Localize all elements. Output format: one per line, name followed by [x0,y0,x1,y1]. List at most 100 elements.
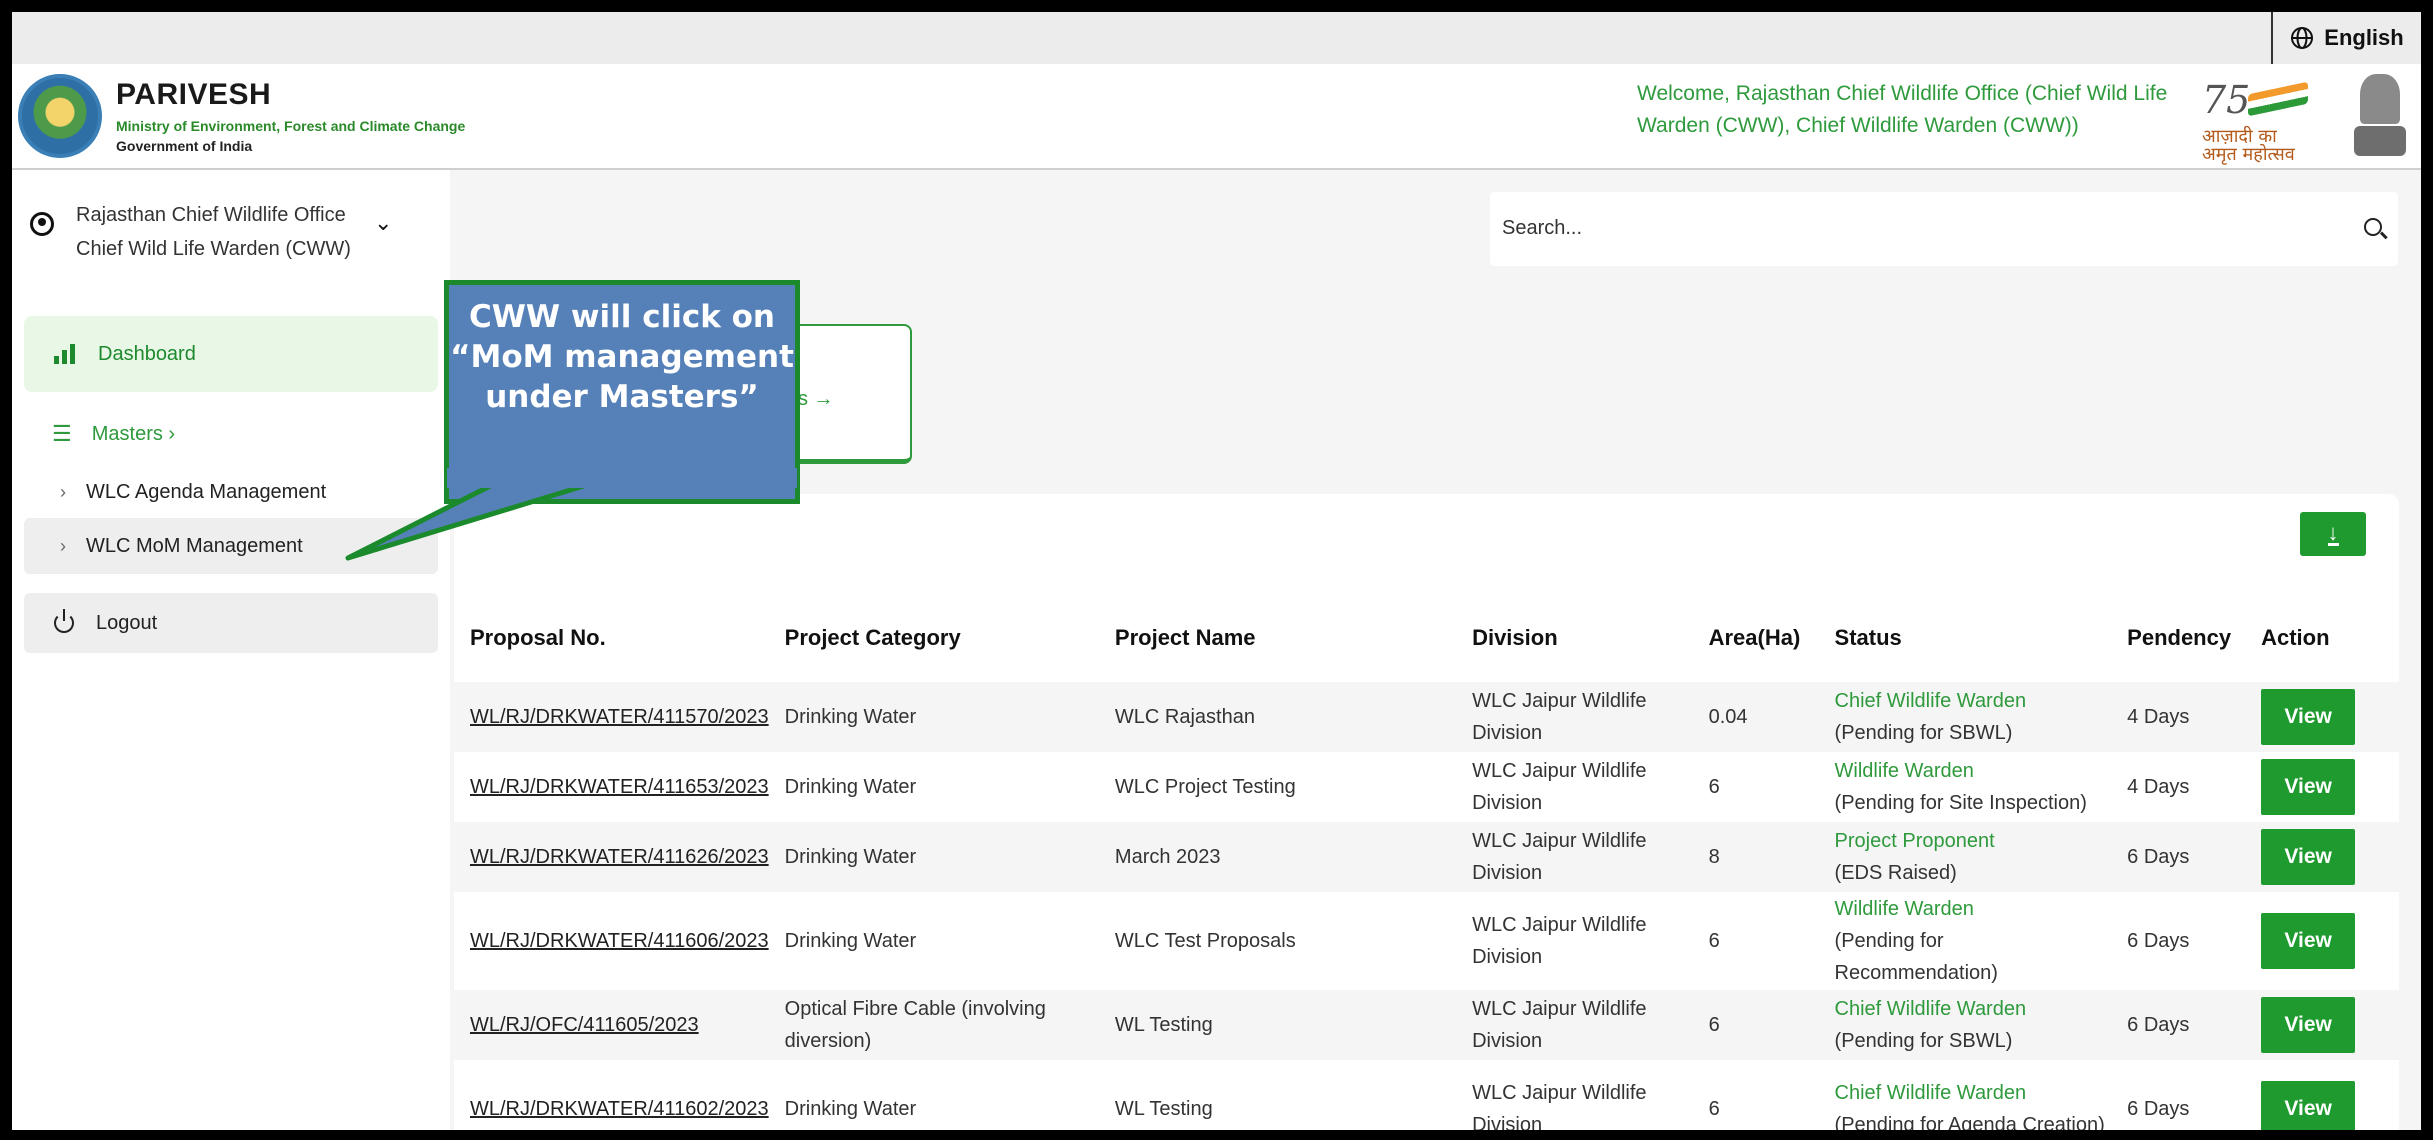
action-cell: View [2245,822,2399,892]
status-role: Chief Wildlife Warden [1834,690,2027,712]
proposal-number-link[interactable]: WL/RJ/DRKWATER/411570/2023 [470,706,769,728]
view-button[interactable]: View [2261,759,2356,815]
instruction-callout: CWW will click on “MoM management under … [444,280,800,504]
status-cell: Chief Wildlife Warden (Pending for SBWL) [1819,990,2112,1060]
division: WLC Jaipur Wildlife Division [1472,998,1647,1052]
status-note: (Pending for SBWL) [1834,1030,2013,1052]
status-role: Chief Wildlife Warden [1834,998,2027,1020]
area: 6 [1708,930,1720,952]
table-row: WL/RJ/DRKWATER/411626/2023 Drinking Water… [454,822,2399,892]
sidebar-item-label: WLC Agenda Management [86,480,327,503]
proposal-number-link[interactable]: WL/RJ/OFC/411605/2023 [470,1014,699,1036]
card-link[interactable]: s → [798,388,834,411]
welcome-message: Welcome, Rajasthan Chief Wildlife Office… [1637,82,2168,137]
table-row: WL/RJ/DRKWATER/411602/2023 Drinking Water… [454,1060,2399,1130]
parivesh-logo[interactable] [18,74,102,158]
project-category: Optical Fibre Cable (involving diversion… [784,998,1046,1052]
table-row: WL/RJ/DRKWATER/411653/2023 Drinking Water… [454,752,2399,822]
language-label: English [2324,25,2404,50]
proposal-number-link[interactable]: WL/RJ/DRKWATER/411626/2023 [470,846,769,868]
column-header: Action [2261,625,2330,650]
national-emblem-icon [2352,74,2408,160]
project-name: WLC Rajasthan [1114,706,1255,728]
division: WLC Jaipur Wildlife Division [1472,760,1647,814]
status-cell: Wildlife Warden (Pending for Site Inspect… [1819,752,2112,822]
brand-block: PARIVESH Ministry of Environment, Forest… [116,78,465,154]
action-cell: View [2245,1060,2399,1130]
area: 8 [1708,846,1720,868]
pendency: 6 Days [2127,930,2190,952]
chevron-down-icon[interactable]: ⌄ [374,210,392,236]
search-icon[interactable] [2364,218,2382,236]
project-category: Drinking Water [784,776,917,798]
search-box [1490,192,2398,266]
status-role: Wildlife Warden [1834,760,1974,782]
table-row: WL/RJ/DRKWATER/411606/2023 Drinking Water… [454,892,2399,990]
view-button[interactable]: View [2261,913,2356,969]
area: 0.04 [1708,706,1748,728]
status-role: Wildlife Warden [1834,898,1974,920]
app-frame: English PARIVESH Ministry of Environment… [12,12,2421,1130]
status-role: Project Proponent [1834,830,1995,852]
status-cell: Chief Wildlife Warden (Pending for SBWL) [1819,682,2112,752]
sidebar-item-masters[interactable]: ☰ Masters › [24,408,438,460]
download-button[interactable]: ↓ [2300,512,2366,556]
proposal-number-link[interactable]: WL/RJ/DRKWATER/411606/2023 [470,930,769,952]
top-strip: English [12,12,2421,64]
status-note: (EDS Raised) [1834,862,1957,884]
power-icon [54,609,74,633]
sidebar-item-dashboard[interactable]: Dashboard [24,316,438,392]
language-selector[interactable]: English [2271,12,2421,64]
sidebar-item-logout[interactable]: Logout [24,593,438,653]
user-circle-icon [30,212,54,236]
division: WLC Jaipur Wildlife Division [1472,914,1647,968]
azadi-ka-amrit-mahotsav-logo: 75 आज़ादी का अमृत महोत्सव [2202,78,2322,164]
view-button[interactable]: View [2261,997,2356,1053]
search-input[interactable] [1502,208,2322,248]
proposal-number-link[interactable]: WL/RJ/DRKWATER/411602/2023 [470,1098,769,1120]
status-cell: Wildlife Warden (Pending for Recommendati… [1819,892,2112,990]
area: 6 [1708,1014,1720,1036]
status-cell: Project Proponent (EDS Raised) [1819,822,2112,892]
user-name: Rajasthan Chief Wildlife Office Chief Wi… [76,198,351,266]
pendency: 6 Days [2127,846,2190,868]
user-role: Chief Wild Life Warden (CWW) [76,238,351,260]
column-header: Status [1834,625,1902,650]
view-button[interactable]: View [2261,1081,2356,1130]
site-header: PARIVESH Ministry of Environment, Forest… [12,64,2421,170]
user-profile-menu[interactable]: Rajasthan Chief Wildlife Office Chief Wi… [12,192,442,272]
view-button[interactable]: View [2261,689,2356,745]
proposal-number-link[interactable]: WL/RJ/DRKWATER/411653/2023 [470,776,769,798]
masters-label: Masters [91,422,163,445]
chevron-right-icon: › [168,422,176,445]
project-category: Drinking Water [784,1098,917,1120]
user-office: Rajasthan Chief Wildlife Office [76,204,346,226]
view-button[interactable]: View [2261,829,2356,885]
globe-icon [2291,27,2314,49]
project-name: WL Testing [1114,1014,1213,1036]
project-name: WL Testing [1114,1098,1213,1120]
division: WLC Jaipur Wildlife Division [1472,830,1647,884]
proposals-table: Proposal No. Project Category Project Name… [454,594,2399,1130]
azadi-line2: अमृत महोत्सव [2202,144,2295,165]
project-name: WLC Test Proposals [1114,930,1296,952]
brand-government: Government of India [116,138,253,154]
flag-icon [2248,81,2308,117]
status-note: (Pending for Site Inspection) [1834,792,2087,814]
bar-chart-icon [54,344,76,364]
table-header-row: Proposal No. Project Category Project Name… [454,594,2399,682]
column-header: Project Name [1114,625,1256,650]
sidebar-item-label: WLC MoM Management [86,534,303,557]
chevron-right-icon: › [60,535,66,556]
action-cell: View [2245,990,2399,1060]
table-row: WL/RJ/OFC/411605/2023 Optical Fibre Cable… [454,990,2399,1060]
pendency: 6 Days [2127,1014,2190,1036]
project-category: Drinking Water [784,706,917,728]
pendency: 6 Days [2127,1098,2190,1120]
status-role: Chief Wildlife Warden [1834,1082,2027,1104]
sidebar-item-wlc-agenda-management[interactable]: › WLC Agenda Management [24,464,438,520]
area: 6 [1708,776,1720,798]
sidebar-item-wlc-mom-management[interactable]: › WLC MoM Management [24,518,438,574]
status-note: (Pending for Recommendation) [1834,930,1998,984]
column-header: Area(Ha) [1708,625,1801,650]
